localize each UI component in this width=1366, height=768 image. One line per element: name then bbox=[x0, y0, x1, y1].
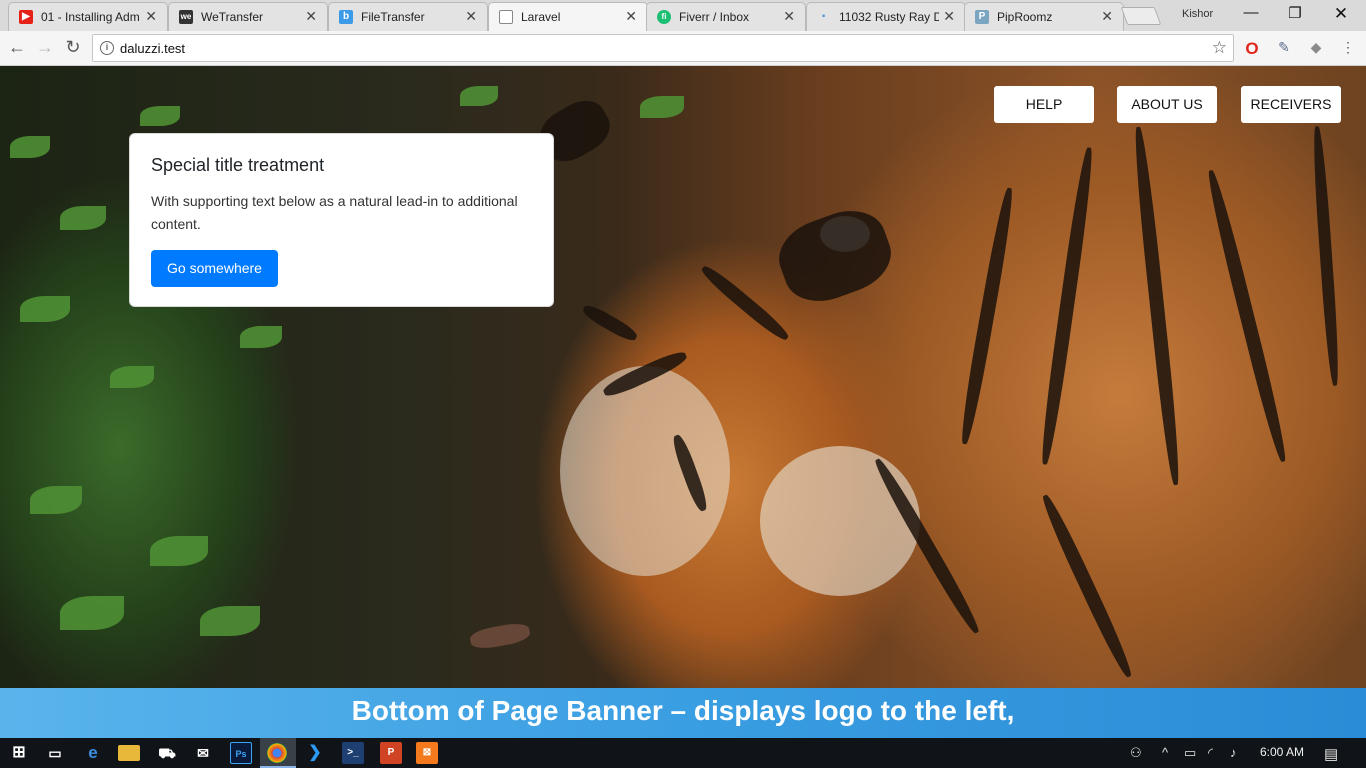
tab-title: 11032 Rusty Ray D bbox=[839, 10, 939, 24]
tab-title: 01 - Installing Adm bbox=[41, 10, 140, 24]
forward-icon[interactable]: → bbox=[34, 37, 56, 58]
close-icon[interactable]: ✕ bbox=[625, 8, 637, 25]
tab-title: PipRoomz bbox=[997, 10, 1053, 24]
task-view-icon[interactable]: ▭ bbox=[44, 742, 66, 764]
browser-toolbar: ← → ↻ i daluzzi.test ☆ O ✎ ◆ ⋮ bbox=[0, 31, 1366, 66]
close-icon[interactable]: ✕ bbox=[1101, 8, 1113, 25]
mail-icon[interactable]: ✉ bbox=[192, 742, 214, 764]
minimize-icon[interactable]: — bbox=[1228, 4, 1274, 21]
battery-icon[interactable]: ▭ bbox=[1184, 745, 1196, 761]
tab-piproomz[interactable]: P PipRoomz ✕ bbox=[964, 2, 1124, 31]
store-icon[interactable]: ⛟ bbox=[156, 742, 178, 764]
go-somewhere-button[interactable]: Go somewhere bbox=[151, 250, 278, 287]
tab-laravel[interactable]: Laravel ✕ bbox=[488, 2, 648, 31]
filetransfer-icon: b bbox=[339, 10, 353, 24]
reload-icon[interactable]: ↻ bbox=[62, 37, 84, 58]
close-icon[interactable]: ✕ bbox=[305, 8, 317, 25]
vscode-icon[interactable]: ❯ bbox=[304, 742, 326, 764]
tab-wetransfer[interactable]: we WeTransfer ✕ bbox=[168, 2, 328, 31]
edge-icon[interactable]: e bbox=[82, 742, 104, 764]
tab-youtube[interactable]: ▶ 01 - Installing Adm ✕ bbox=[8, 2, 168, 31]
banner-text: Bottom of Page Banner – displays logo to… bbox=[351, 695, 1015, 726]
url-text[interactable]: daluzzi.test bbox=[120, 41, 185, 56]
tab-title: FileTransfer bbox=[361, 10, 425, 24]
browser-tab-strip: ▶ 01 - Installing Adm ✕ we WeTransfer ✕ … bbox=[0, 0, 1366, 31]
powerpoint-icon[interactable]: P bbox=[380, 742, 402, 764]
bottom-banner: Bottom of Page Banner – displays logo to… bbox=[0, 688, 1366, 738]
close-icon[interactable]: ✕ bbox=[465, 8, 477, 25]
windows-taskbar: ⊞ ▭ e ⛟ ✉ Ps ❯ >_ P ⊠ ⚇ ^ ▭ ◜ ♪ 6:00 AM … bbox=[0, 738, 1366, 768]
tab-filetransfer[interactable]: b FileTransfer ✕ bbox=[328, 2, 488, 31]
xampp-icon[interactable]: ⊠ bbox=[416, 742, 438, 764]
eyedropper-icon[interactable]: ✎ bbox=[1275, 39, 1293, 57]
close-window-icon[interactable]: ✕ bbox=[1318, 4, 1364, 24]
windows-start-icon[interactable]: ⊞ bbox=[8, 742, 30, 764]
extension-icon[interactable]: ◆ bbox=[1307, 39, 1325, 57]
card-title: Special title treatment bbox=[151, 155, 325, 175]
back-icon[interactable]: ← bbox=[6, 37, 28, 58]
dot-icon: · bbox=[821, 8, 827, 25]
menu-icon[interactable]: ⋮ bbox=[1339, 39, 1357, 57]
wetransfer-icon: we bbox=[179, 10, 193, 24]
info-icon[interactable]: i bbox=[100, 41, 114, 55]
fiverr-icon: fi bbox=[657, 10, 671, 24]
nav-receivers[interactable]: RECEIVERS bbox=[1241, 86, 1341, 123]
chevron-up-icon[interactable]: ^ bbox=[1162, 745, 1168, 760]
nav-help[interactable]: HELP bbox=[994, 86, 1094, 123]
close-icon[interactable]: ✕ bbox=[145, 8, 157, 25]
card-text: With supporting text below as a natural … bbox=[151, 193, 518, 232]
clock[interactable]: 6:00 AM bbox=[1260, 745, 1304, 759]
notifications-icon[interactable]: ▤ bbox=[1324, 745, 1338, 763]
youtube-icon: ▶ bbox=[19, 10, 33, 24]
nav-about-us[interactable]: ABOUT US bbox=[1117, 86, 1217, 123]
tab-title: Fiverr / Inbox bbox=[679, 10, 750, 24]
bookmark-star-icon[interactable]: ☆ bbox=[1212, 38, 1227, 58]
feature-card: Special title treatment With supporting … bbox=[129, 133, 554, 307]
profile-name[interactable]: Kishor bbox=[1182, 8, 1213, 20]
chrome-icon[interactable] bbox=[267, 743, 287, 763]
powershell-icon[interactable]: >_ bbox=[342, 742, 364, 764]
file-explorer-icon[interactable] bbox=[118, 745, 140, 761]
close-icon[interactable]: ✕ bbox=[943, 8, 955, 25]
page-viewport: Special title treatment With supporting … bbox=[0, 66, 1366, 738]
opera-icon[interactable]: O bbox=[1243, 39, 1261, 58]
page-icon bbox=[499, 10, 513, 24]
close-icon[interactable]: ✕ bbox=[783, 8, 795, 25]
tab-title: Laravel bbox=[521, 10, 561, 24]
photoshop-icon[interactable]: Ps bbox=[230, 742, 252, 764]
address-bar[interactable]: i daluzzi.test ☆ bbox=[92, 34, 1234, 62]
piproomz-icon: P bbox=[975, 10, 989, 24]
volume-icon[interactable]: ♪ bbox=[1230, 745, 1237, 760]
people-icon[interactable]: ⚇ bbox=[1130, 745, 1142, 761]
tab-title: WeTransfer bbox=[201, 10, 264, 24]
restore-icon[interactable]: ❐ bbox=[1272, 4, 1318, 22]
tab-fiverr[interactable]: fi Fiverr / Inbox ✕ bbox=[646, 2, 806, 31]
new-tab-button[interactable] bbox=[1120, 7, 1162, 25]
tab-rusty-ray[interactable]: · 11032 Rusty Ray D ✕ bbox=[806, 2, 966, 31]
wifi-icon[interactable]: ◜ bbox=[1208, 745, 1213, 761]
